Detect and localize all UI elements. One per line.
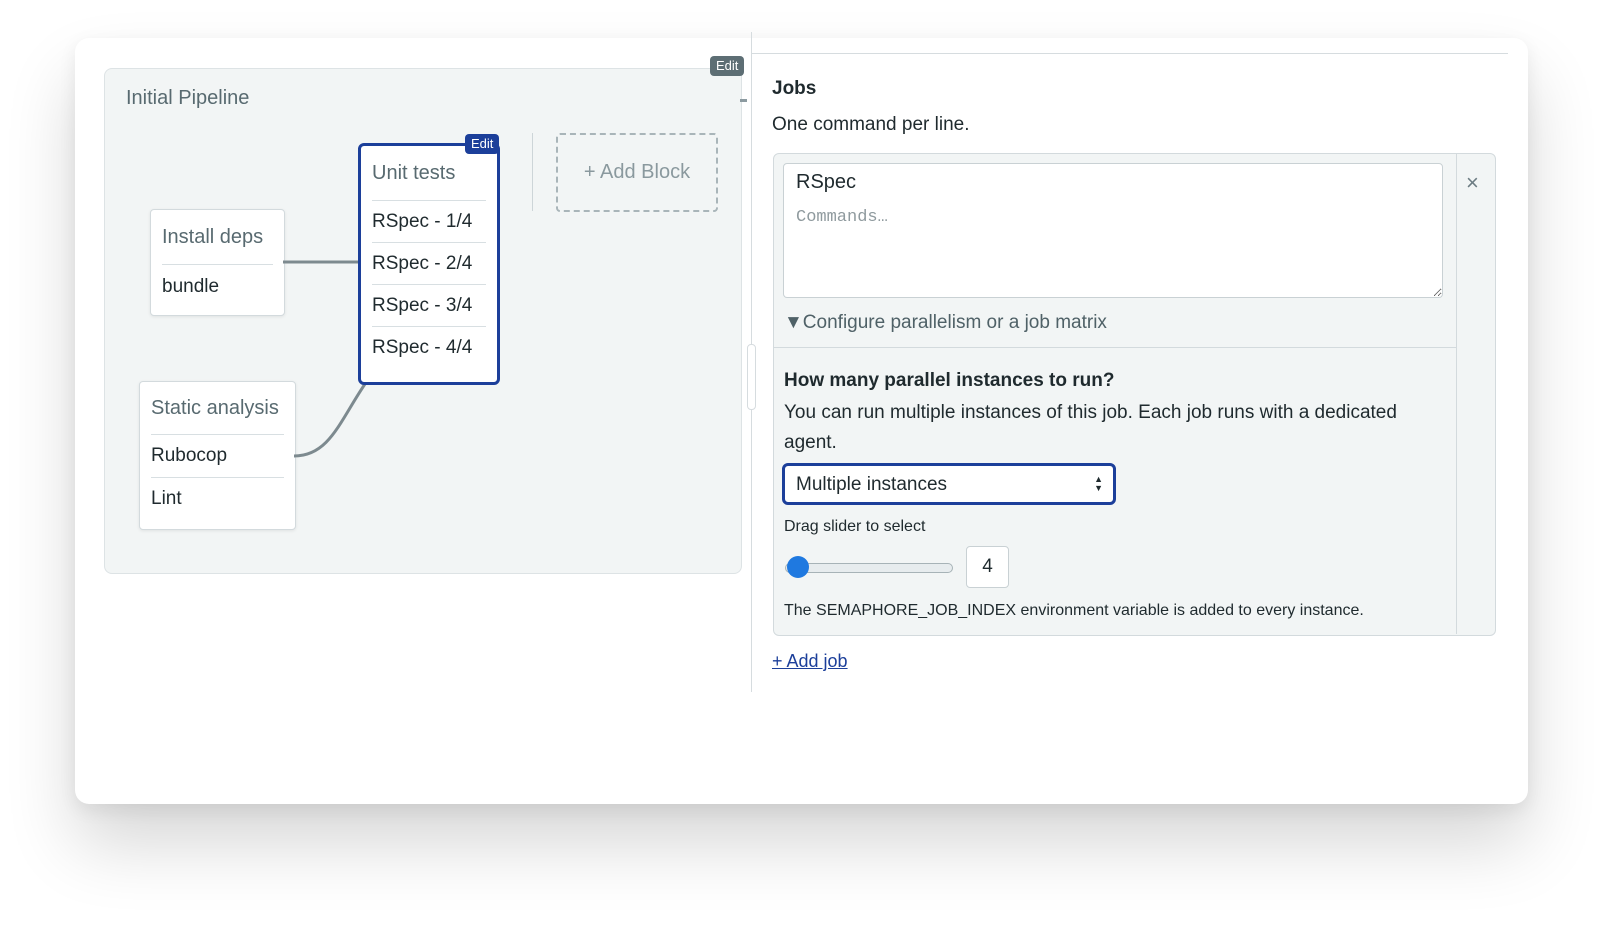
add-job-link[interactable]: + Add job xyxy=(772,651,848,672)
config-separator xyxy=(774,347,1456,348)
block-job: bundle xyxy=(162,264,273,309)
pipeline-edit-badge[interactable]: Edit xyxy=(710,56,745,76)
resize-handle[interactable] xyxy=(747,344,756,410)
job-name-input[interactable]: RSpec xyxy=(783,163,1443,201)
instances-slider-track[interactable] xyxy=(785,563,953,573)
instances-count-input[interactable]: 4 xyxy=(966,546,1009,588)
block-job: Lint xyxy=(151,477,284,520)
pipeline-title: Initial Pipeline xyxy=(126,87,250,109)
select-arrows-icon: ▲ ▼ xyxy=(1094,474,1103,493)
add-block-button[interactable]: + Add Block xyxy=(556,133,718,212)
block-static-analysis[interactable]: Static analysis Rubocop Lint xyxy=(139,381,296,530)
sidebar-top-border xyxy=(752,53,1508,54)
job-editor-split xyxy=(1456,154,1457,634)
slider-label: Drag slider to select xyxy=(784,518,926,535)
pipeline-edge-marker xyxy=(740,99,747,102)
block-unit-tests[interactable]: Unit tests RSpec - 1/4 RSpec - 2/4 RSpec… xyxy=(358,143,500,385)
env-variable-note: The SEMAPHORE_JOB_INDEX environment vari… xyxy=(784,602,1364,619)
parallel-question: How many parallel instances to run? xyxy=(784,370,1115,391)
block-job: RSpec - 3/4 xyxy=(372,284,486,326)
instances-select-value: Multiple instances xyxy=(796,474,948,495)
block-job: RSpec - 1/4 xyxy=(372,200,486,242)
instances-slider-thumb[interactable] xyxy=(787,556,809,578)
instances-select[interactable]: Multiple instances ▲ ▼ xyxy=(782,463,1116,505)
block-job: RSpec - 2/4 xyxy=(372,242,486,284)
block-title: Install deps xyxy=(162,226,264,248)
block-edit-badge[interactable]: Edit xyxy=(465,134,500,154)
parallel-description: You can run multiple instances of this j… xyxy=(784,402,1397,453)
block-job: RSpec - 4/4 xyxy=(372,326,486,368)
jobs-subtitle: One command per line. xyxy=(772,114,970,135)
block-job: Rubocop xyxy=(151,434,284,477)
block-title: Static analysis xyxy=(151,397,279,419)
configure-parallelism-toggle[interactable]: ▼Configure parallelism or a job matrix xyxy=(784,312,1107,334)
close-icon[interactable]: × xyxy=(1466,172,1479,194)
commands-textarea[interactable] xyxy=(783,200,1443,298)
block-title: Unit tests xyxy=(372,162,456,184)
block-separator xyxy=(532,133,533,211)
block-install-deps[interactable]: Install deps bundle xyxy=(150,209,285,316)
jobs-heading: Jobs xyxy=(772,78,817,99)
